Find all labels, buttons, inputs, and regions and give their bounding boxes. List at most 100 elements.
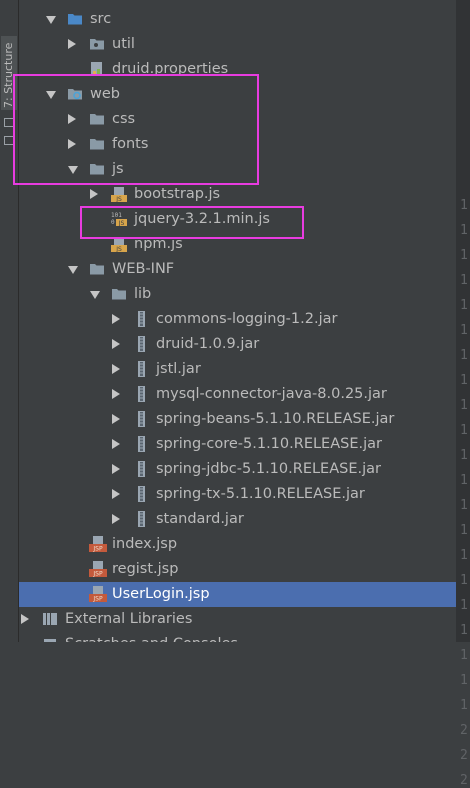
jsp-file-icon: JSP bbox=[89, 536, 107, 553]
tree-row[interactable]: jstl.jar bbox=[19, 357, 456, 382]
line-number: 1 bbox=[460, 323, 468, 338]
line-number: 1 bbox=[460, 673, 468, 688]
annotation-box-jquery-file bbox=[80, 206, 304, 239]
tree-row-label: spring-beans-5.1.10.RELEASE.jar bbox=[156, 411, 395, 427]
svg-text:JS: JS bbox=[115, 196, 122, 202]
line-number: 1 bbox=[460, 273, 468, 288]
scratches-icon bbox=[42, 636, 58, 642]
line-number: 1 bbox=[460, 373, 468, 388]
tree-row[interactable]: spring-jdbc-5.1.10.RELEASE.jar bbox=[19, 457, 456, 482]
svg-text:JSP: JSP bbox=[92, 546, 103, 553]
tree-row[interactable]: JSP UserLogin.jsp bbox=[19, 582, 456, 607]
line-number: 1 bbox=[460, 298, 468, 313]
line-number: 1 bbox=[460, 573, 468, 588]
folder-icon bbox=[89, 261, 105, 277]
jsp-file-icon: JSP bbox=[89, 561, 107, 578]
collapsed-arrow-icon[interactable] bbox=[112, 364, 120, 374]
libraries-icon bbox=[42, 611, 58, 627]
line-number: 1 bbox=[460, 398, 468, 413]
line-number: 1 bbox=[460, 448, 468, 463]
jar-archive-icon bbox=[133, 461, 149, 477]
tree-row-label: mysql-connector-java-8.0.25.jar bbox=[156, 386, 387, 402]
collapsed-arrow-icon[interactable] bbox=[112, 314, 120, 324]
collapsed-arrow-icon[interactable] bbox=[112, 514, 120, 524]
svg-text:JS: JS bbox=[115, 246, 122, 252]
tree-row-label: regist.jsp bbox=[112, 561, 179, 577]
collapsed-arrow-icon[interactable] bbox=[112, 339, 120, 349]
jar-archive-icon bbox=[133, 411, 149, 427]
collapsed-arrow-icon[interactable] bbox=[112, 464, 120, 474]
tree-row-label: spring-tx-5.1.10.RELEASE.jar bbox=[156, 486, 365, 502]
expanded-arrow-icon[interactable] bbox=[46, 16, 56, 24]
line-number: 1 bbox=[460, 623, 468, 638]
collapsed-arrow-icon[interactable] bbox=[112, 414, 120, 424]
line-number: 1 bbox=[460, 648, 468, 663]
line-number: 1 bbox=[460, 223, 468, 238]
tree-row-label: index.jsp bbox=[112, 536, 178, 552]
tree-row-label: UserLogin.jsp bbox=[112, 586, 210, 602]
javascript-file-icon: JS bbox=[111, 186, 127, 203]
line-number: 1 bbox=[460, 598, 468, 613]
svg-text:JSP: JSP bbox=[92, 571, 103, 578]
line-number: 1 bbox=[460, 523, 468, 538]
tree-row[interactable]: commons-logging-1.2.jar bbox=[19, 307, 456, 332]
tree-row[interactable]: lib bbox=[19, 282, 456, 307]
tree-row[interactable]: src bbox=[19, 7, 456, 32]
tree-row[interactable]: JS bootstrap.js bbox=[19, 182, 456, 207]
tree-row-label: spring-jdbc-5.1.10.RELEASE.jar bbox=[156, 461, 381, 477]
tree-row[interactable]: util bbox=[19, 32, 456, 57]
tree-row[interactable]: JSP index.jsp bbox=[19, 532, 456, 557]
jar-archive-icon bbox=[133, 486, 149, 502]
jar-archive-icon bbox=[133, 436, 149, 452]
expanded-arrow-icon[interactable] bbox=[90, 291, 100, 299]
line-number: 1 bbox=[460, 198, 468, 213]
tree-row-label: bootstrap.js bbox=[134, 186, 221, 202]
tree-row-label: druid-1.0.9.jar bbox=[156, 336, 260, 352]
tree-row[interactable]: spring-beans-5.1.10.RELEASE.jar bbox=[19, 407, 456, 432]
line-number: 1 bbox=[460, 473, 468, 488]
line-number: 1 bbox=[460, 498, 468, 513]
tree-row[interactable]: WEB-INF bbox=[19, 257, 456, 282]
tree-row-label: standard.jar bbox=[156, 511, 244, 527]
folder-icon bbox=[111, 286, 127, 302]
jar-archive-icon bbox=[133, 386, 149, 402]
collapsed-arrow-icon[interactable] bbox=[21, 614, 29, 624]
collapsed-arrow-icon[interactable] bbox=[112, 439, 120, 449]
tree-row-label: commons-logging-1.2.jar bbox=[156, 311, 338, 327]
jsp-file-icon: JSP bbox=[89, 586, 107, 603]
svg-text:JSP: JSP bbox=[92, 596, 103, 603]
collapsed-arrow-icon[interactable] bbox=[90, 189, 98, 199]
collapsed-arrow-icon[interactable] bbox=[112, 489, 120, 499]
tree-row-label: spring-core-5.1.10.RELEASE.jar bbox=[156, 436, 382, 452]
tree-row[interactable]: druid-1.0.9.jar bbox=[19, 332, 456, 357]
tree-row[interactable]: Scratches and Consoles bbox=[19, 632, 456, 642]
tree-row[interactable]: spring-core-5.1.10.RELEASE.jar bbox=[19, 432, 456, 457]
tree-row[interactable]: standard.jar bbox=[19, 507, 456, 532]
editor-gutter: 1 1 1 1 1 1 1 1 1 1 1 1 1 1 1 1 1 1 1 1 1 2 2 2 bbox=[456, 0, 470, 788]
tree-row-label: WEB-INF bbox=[112, 261, 175, 277]
tree-row-label: External Libraries bbox=[65, 611, 193, 627]
line-number: 2 bbox=[460, 773, 468, 788]
jar-archive-icon bbox=[133, 311, 149, 327]
jar-archive-icon bbox=[133, 511, 149, 527]
collapsed-arrow-icon[interactable] bbox=[68, 39, 76, 49]
jar-archive-icon bbox=[133, 336, 149, 352]
collapsed-arrow-icon[interactable] bbox=[112, 389, 120, 399]
line-number: 1 bbox=[460, 548, 468, 563]
line-number: 1 bbox=[460, 423, 468, 438]
expanded-arrow-icon[interactable] bbox=[68, 266, 78, 274]
source-folder-icon bbox=[67, 11, 83, 27]
line-number: 1 bbox=[460, 248, 468, 263]
tree-row[interactable]: mysql-connector-java-8.0.25.jar bbox=[19, 382, 456, 407]
line-number: 1 bbox=[460, 348, 468, 363]
tree-row[interactable]: spring-tx-5.1.10.RELEASE.jar bbox=[19, 482, 456, 507]
tree-row-label: Scratches and Consoles bbox=[65, 635, 238, 642]
line-number: 2 bbox=[460, 723, 468, 738]
tree-row[interactable]: JSP regist.jsp bbox=[19, 557, 456, 582]
tree-row-label: lib bbox=[134, 286, 152, 302]
tree-row[interactable]: External Libraries bbox=[19, 607, 456, 632]
line-number: 1 bbox=[460, 698, 468, 713]
tree-row-label: jstl.jar bbox=[156, 361, 201, 377]
tree-row-label: src bbox=[90, 11, 112, 27]
annotation-box-web-folder bbox=[13, 74, 259, 185]
